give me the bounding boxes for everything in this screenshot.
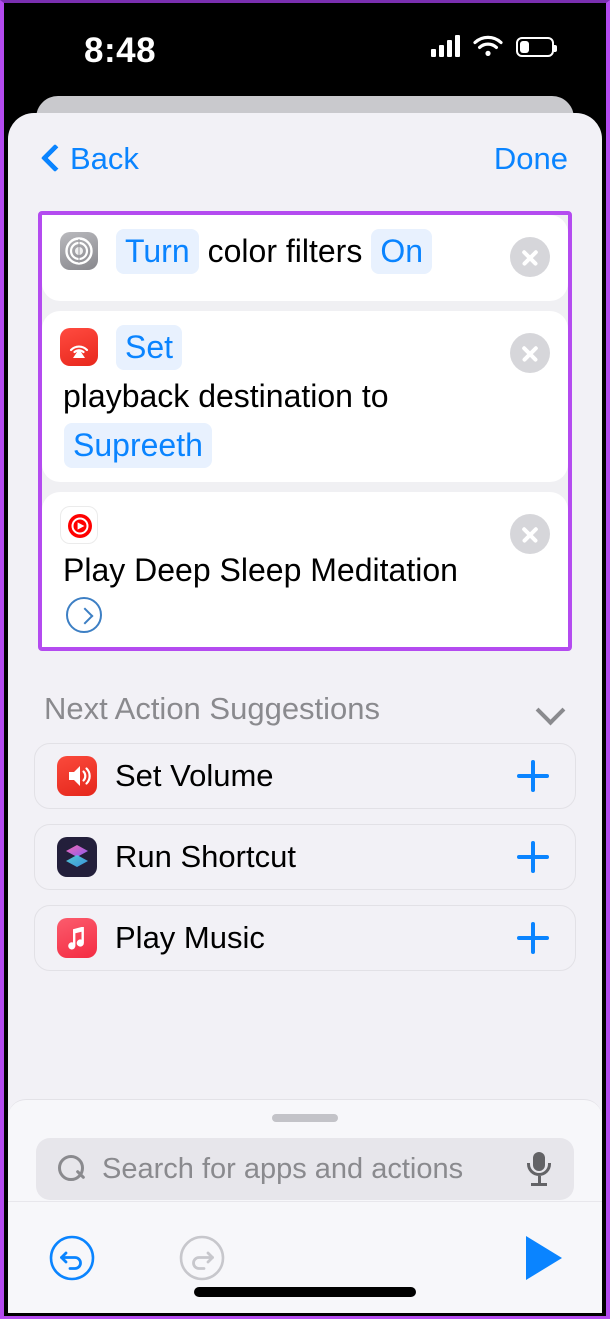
shortcut-editor-sheet: Back Done Turn color filters On Set play… (8, 113, 602, 1313)
accessibility-icon (60, 232, 98, 271)
action-param-destination[interactable]: Supreeth (64, 422, 212, 468)
actions-highlight-region: Turn color filters On Set playback desti… (38, 211, 572, 651)
battery-icon (516, 37, 557, 57)
action-param-turn[interactable]: Turn (116, 229, 199, 274)
next-action-suggestions-header[interactable]: Next Action Suggestions (44, 691, 566, 727)
suggestion-row-set-volume[interactable]: Set Volume (34, 742, 576, 809)
plus-icon[interactable] (517, 840, 549, 873)
apple-music-icon (57, 917, 97, 958)
volume-icon (57, 755, 97, 796)
action-param-state[interactable]: On (371, 229, 432, 274)
phone-screen: 8:48 Back Done Turn color filters On Set… (0, 0, 610, 1319)
action-text: playback destination to (63, 377, 389, 414)
action-param-set[interactable]: Set (116, 325, 183, 370)
chevron-right-circle-icon[interactable] (66, 596, 102, 633)
home-indicator (194, 1287, 416, 1297)
close-circle-icon[interactable] (510, 513, 550, 554)
back-button-label: Back (70, 141, 139, 176)
airplay-icon (60, 328, 98, 367)
status-indicators (431, 35, 557, 57)
chevron-left-icon (42, 144, 60, 174)
plus-icon[interactable] (517, 921, 549, 954)
wifi-icon (473, 35, 503, 56)
suggestion-row-play-music[interactable]: Play Music (34, 904, 576, 971)
play-icon[interactable] (526, 1235, 562, 1280)
youtube-music-icon (60, 505, 98, 544)
close-circle-icon[interactable] (510, 333, 550, 373)
action-card[interactable]: Set playback destination to Supreeth (42, 311, 568, 482)
suggestion-label: Set Volume (115, 757, 274, 793)
suggestion-label: Play Music (115, 919, 265, 955)
microphone-icon[interactable] (526, 1152, 552, 1186)
action-library-sheet (8, 1099, 602, 1313)
action-card[interactable]: Turn color filters On (42, 215, 568, 301)
search-icon (58, 1155, 86, 1183)
action-text: color filters (207, 233, 363, 269)
status-bar: 8:48 (4, 3, 606, 95)
shortcuts-icon (57, 836, 97, 877)
action-card[interactable]: Play Deep Sleep Meditation (42, 491, 568, 647)
undo-icon[interactable] (48, 1234, 96, 1282)
suggestion-row-run-shortcut[interactable]: Run Shortcut (34, 823, 576, 890)
search-bar[interactable] (36, 1138, 574, 1200)
redo-icon[interactable] (178, 1234, 226, 1282)
search-input[interactable] (102, 1152, 526, 1186)
suggestions-title: Next Action Suggestions (44, 690, 381, 726)
back-button[interactable]: Back (42, 141, 139, 177)
done-button[interactable]: Done (494, 141, 568, 177)
action-text: Play Deep Sleep Meditation (63, 551, 458, 588)
cellular-signal-icon (431, 35, 460, 57)
plus-icon[interactable] (517, 759, 549, 792)
drag-handle[interactable] (272, 1114, 338, 1122)
status-clock: 8:48 (84, 31, 157, 70)
navigation-bar: Back Done (8, 113, 602, 205)
chevron-down-icon[interactable] (536, 700, 566, 718)
suggestion-label: Run Shortcut (115, 838, 296, 874)
close-circle-icon[interactable] (510, 237, 550, 277)
